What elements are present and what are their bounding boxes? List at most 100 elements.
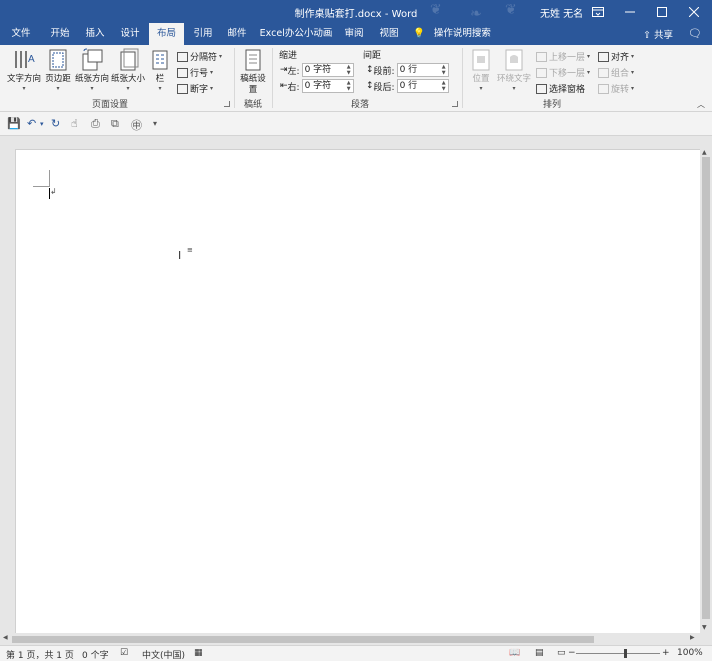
tab-view[interactable]: 视图 (372, 23, 406, 45)
orientation-button[interactable]: 纸张方向 ▾ (74, 48, 110, 93)
align-label: 对齐 (611, 53, 630, 63)
tell-me-search[interactable]: 💡 操作说明搜索 (413, 23, 495, 45)
scroll-up-icon[interactable]: ▲ (702, 149, 707, 156)
tab-layout[interactable]: 布局 (149, 23, 184, 45)
share-button[interactable]: ⇪ 共享 (643, 27, 673, 41)
tab-file[interactable]: 文件 (4, 23, 38, 45)
chinese-convert-icon[interactable]: ㊥ (131, 117, 142, 133)
columns-button[interactable]: 栏 ▾ (150, 48, 170, 93)
spin-arrows-icon[interactable]: ▲ ▼ (347, 80, 351, 92)
page-size-icon (120, 48, 139, 71)
line-numbers-label: 行号 (190, 69, 209, 79)
format-painter-icon[interactable]: ⧉ (111, 117, 119, 131)
wrap-text-button[interactable]: 环绕文字 ▾ (496, 48, 532, 93)
scroll-right-icon[interactable]: ▶ (690, 634, 695, 641)
spacing-before-icon: ↕ (366, 65, 374, 75)
margins-button[interactable]: 页边距 ▾ (43, 48, 73, 93)
tab-excel-animation[interactable]: Excel办公小动画 (259, 23, 333, 45)
web-layout-icon[interactable]: ▭ (557, 648, 566, 658)
tab-review[interactable]: 审阅 (337, 23, 371, 45)
maximize-button[interactable] (646, 0, 678, 23)
user-name[interactable]: 无姓 无名 (540, 5, 583, 20)
rotate-button[interactable]: 旋转 ▾ (598, 82, 634, 95)
indent-right-value: 0 字符 (304, 81, 332, 91)
page-count[interactable]: 第 1 页，共 1 页 (6, 648, 74, 661)
scroll-left-icon[interactable]: ◀ (3, 634, 8, 641)
zoom-slider[interactable] (576, 653, 660, 654)
zoom-in-icon[interactable]: + (662, 648, 670, 658)
redo-icon[interactable]: ↻ (51, 117, 60, 130)
indent-left-input[interactable]: 0 字符 ▲ ▼ (301, 63, 354, 77)
chevron-down-icon[interactable]: ▾ (40, 120, 44, 128)
tab-mailings[interactable]: 邮件 (220, 23, 254, 45)
word-count[interactable]: 0 个字 (82, 648, 109, 661)
minimize-button[interactable] (614, 0, 646, 23)
print-preview-icon[interactable]: ⎙ (91, 117, 100, 131)
spin-arrows-icon[interactable]: ▲ ▼ (347, 64, 351, 76)
svg-text:A: A (28, 54, 35, 65)
tab-insert[interactable]: 插入 (78, 23, 112, 45)
comment-icon[interactable]: 🗨 (688, 27, 702, 40)
spacing-before-input[interactable]: 0 行 ▲ ▼ (396, 63, 449, 77)
zoom-out-icon[interactable]: − (568, 648, 576, 658)
position-button[interactable]: 位置 ▾ (468, 48, 494, 93)
tab-design[interactable]: 设计 (113, 23, 147, 45)
breaks-button[interactable]: 分隔符 ▾ (177, 50, 222, 63)
collapse-ribbon-icon[interactable]: ︿ (697, 99, 705, 110)
vertical-scroll-thumb[interactable] (702, 157, 710, 619)
spin-arrows-icon[interactable]: ▲ ▼ (442, 80, 446, 92)
undo-icon[interactable]: ↶ (27, 117, 36, 130)
chevron-down-icon: ▾ (219, 53, 223, 60)
horizontal-scroll-thumb[interactable] (12, 636, 594, 643)
spacing-after-input[interactable]: 0 行 ▲ ▼ (396, 79, 449, 93)
line-numbers-button[interactable]: 行号 ▾ (177, 66, 213, 79)
zoom-level[interactable]: 100% (677, 648, 703, 658)
read-mode-icon[interactable]: 📖 (509, 648, 520, 658)
bring-forward-button[interactable]: 上移一层 ▾ (536, 50, 590, 63)
group-objects-icon (598, 67, 609, 78)
tell-me-label: 操作说明搜索 (433, 28, 491, 39)
scroll-down-icon[interactable]: ▼ (702, 624, 707, 631)
tab-home[interactable]: 开始 (42, 23, 78, 45)
selection-pane-button[interactable]: 选择窗格 (536, 82, 585, 95)
close-button[interactable] (678, 0, 710, 23)
hyphenation-label: 断字 (190, 85, 209, 95)
align-button[interactable]: 对齐 ▾ (598, 50, 634, 63)
language-indicator[interactable]: 中文(中国) (142, 648, 185, 661)
text-direction-button[interactable]: A 文字方向 ▾ (6, 48, 42, 93)
page-setup-launcher-icon[interactable] (224, 101, 230, 107)
tab-references[interactable]: 引用 (186, 23, 220, 45)
text-direction-label: 文字方向 (6, 74, 41, 84)
manuscript-settings-button[interactable]: 稿纸设置 (240, 48, 266, 96)
spacing-after-label: 段后: (373, 82, 395, 93)
size-button[interactable]: 纸张大小 ▾ (111, 48, 145, 93)
spin-arrows-icon[interactable]: ▲ ▼ (442, 64, 446, 76)
chevron-down-icon: ▾ (631, 69, 635, 76)
proofing-icon[interactable]: ☑ (120, 648, 128, 658)
vertical-scrollbar[interactable]: ▲ ▼ (700, 149, 712, 633)
print-layout-icon[interactable]: ▤ (535, 648, 544, 658)
ribbon-display-options-button[interactable] (582, 0, 614, 23)
horizontal-scrollbar[interactable]: ◀ ▶ (0, 633, 700, 645)
lightbulb-icon: 💡 (413, 28, 425, 39)
save-icon[interactable]: 💾 (7, 117, 21, 130)
macro-record-icon[interactable]: ▦ (194, 648, 203, 658)
hyphenation-button[interactable]: 断字 ▾ (177, 82, 213, 95)
quick-access-toolbar: 💾 ↶ ▾ ↻ ☝ ⎙ ⧉ ㊥ ▾ (0, 112, 712, 136)
click-and-type-icon: ≡ (187, 246, 193, 254)
zoom-slider-thumb[interactable] (624, 649, 627, 658)
group-objects-button[interactable]: 组合 ▾ (598, 66, 634, 79)
group-separator (462, 48, 463, 108)
breaks-icon (177, 51, 188, 62)
chevron-down-icon: ▾ (631, 85, 635, 92)
customize-toolbar-icon[interactable]: ▾ (153, 119, 157, 128)
indent-heading: 缩进 (279, 51, 298, 61)
manuscript-group-label: 稿纸 (243, 100, 262, 110)
paragraph-launcher-icon[interactable] (452, 101, 458, 107)
ribbon-tab-bar: 文件 开始 插入 设计 布局 引用 邮件 Excel办公小动画 审阅 视图 💡 … (0, 23, 712, 45)
document-page[interactable]: ↲ I ≡ (15, 149, 700, 633)
send-backward-button[interactable]: 下移一层 ▾ (536, 66, 590, 79)
indent-left-label: 左: (287, 66, 300, 77)
touch-mode-icon[interactable]: ☝ (71, 117, 78, 130)
indent-right-input[interactable]: 0 字符 ▲ ▼ (301, 79, 354, 93)
